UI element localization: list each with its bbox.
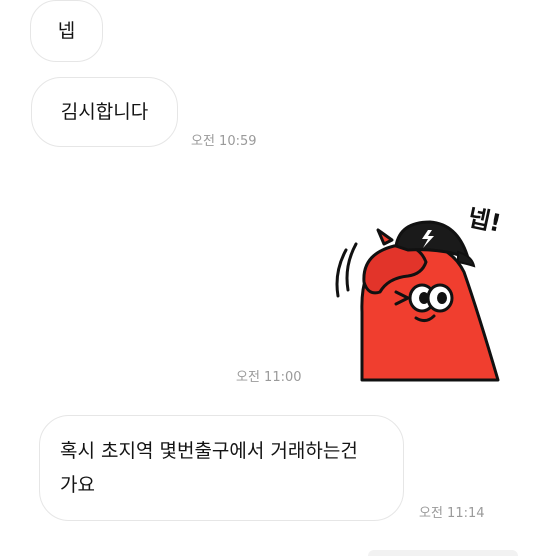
message-timestamp: 오전 11:00 <box>236 370 302 385</box>
message-text: 김시합니다 <box>60 101 149 123</box>
next-message-bubble-edge <box>368 550 518 556</box>
received-message-bubble[interactable]: 김시합니다 <box>31 77 178 147</box>
received-message-bubble[interactable]: 넵 <box>30 0 103 62</box>
message-text-line: 가요 <box>60 474 95 496</box>
message-text-line: 혹시 초지역 몇번출구에서 거래하는건 <box>60 440 358 462</box>
received-message-bubble[interactable]: 혹시 초지역 몇번출구에서 거래하는건 가요 <box>39 415 404 521</box>
red-character-saluting-sticker[interactable]: 넵! <box>322 192 522 382</box>
motion-lines-icon <box>335 242 358 298</box>
sticker-text: 넵! <box>465 203 503 237</box>
message-timestamp: 오전 10:59 <box>191 134 257 149</box>
message-text: 넵 <box>57 20 76 42</box>
message-timestamp: 오전 11:14 <box>419 506 485 521</box>
